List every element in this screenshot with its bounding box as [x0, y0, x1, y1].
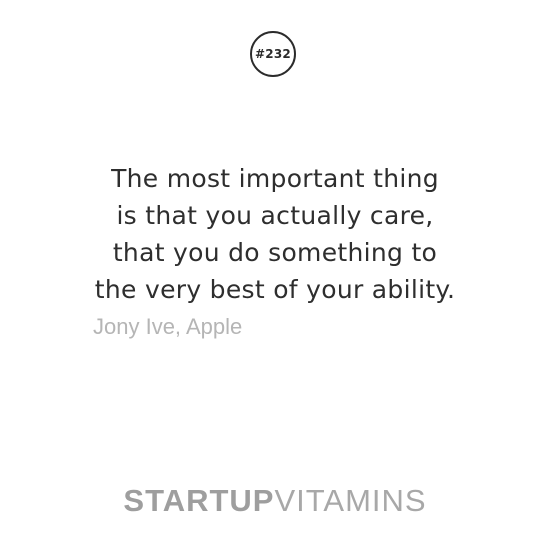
- quote-number: #232: [255, 47, 291, 61]
- quote-line-4: the very best of your ability.: [94, 275, 456, 304]
- quote-author: Jony Ive, Apple: [93, 314, 243, 339]
- brand-logo: STARTUPVITAMINS: [0, 483, 550, 519]
- quote-number-badge: #232: [250, 31, 296, 77]
- quote-line-3: that you do something to: [112, 238, 438, 267]
- quote-line-1: The most important thing: [111, 164, 439, 193]
- brand-logo-light: VITAMINS: [274, 483, 427, 518]
- brand-logo-bold: STARTUP: [123, 483, 275, 518]
- quote-line-2: is that you actually care,: [116, 201, 434, 230]
- quote-text: The most important thing is that you act…: [0, 160, 550, 308]
